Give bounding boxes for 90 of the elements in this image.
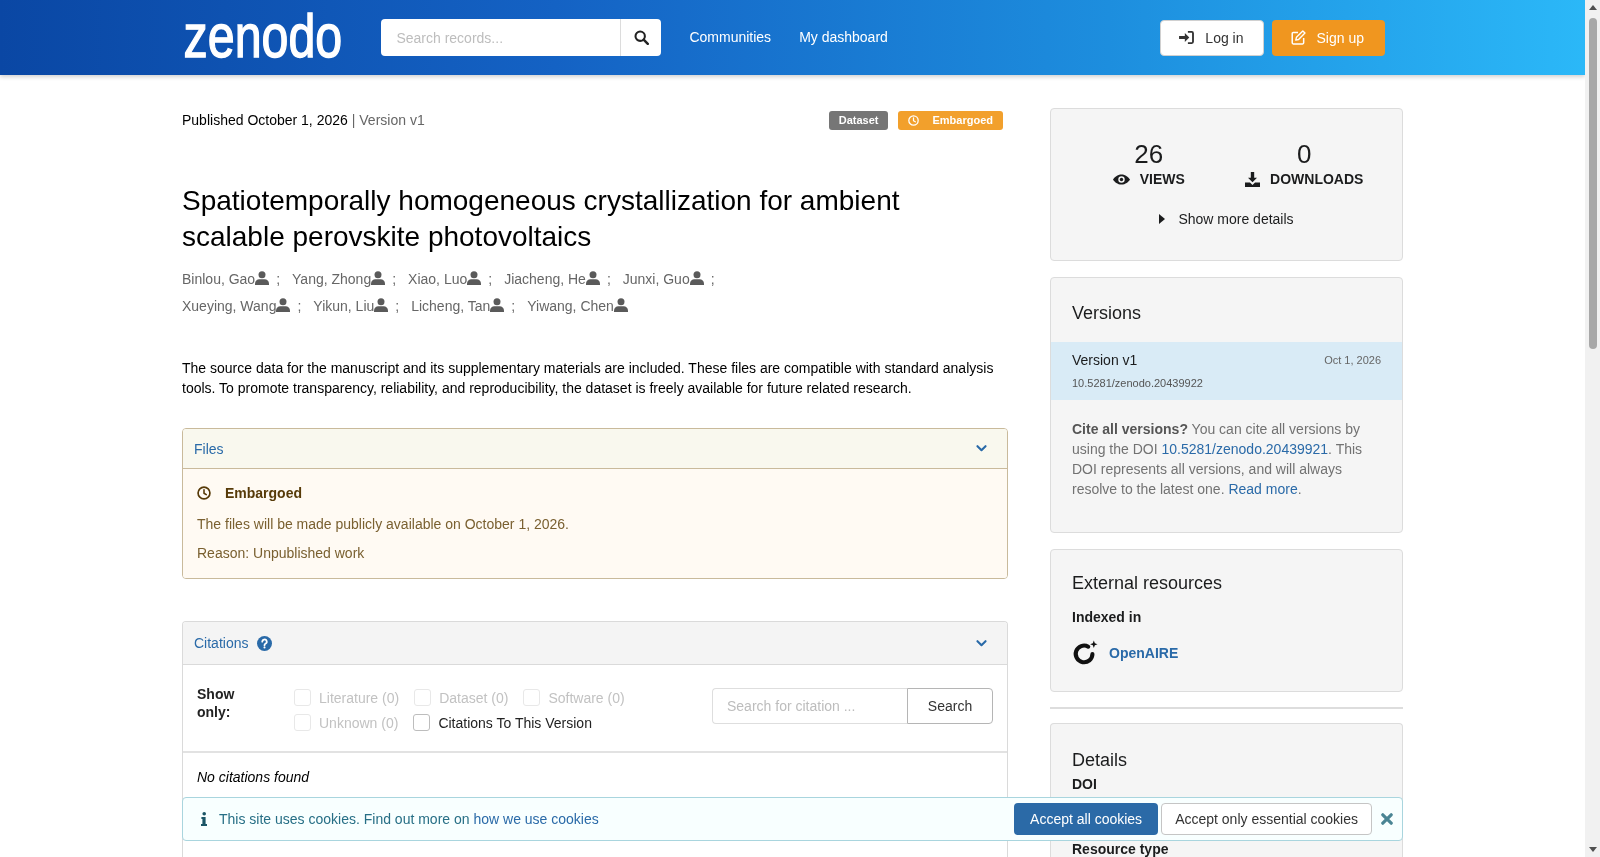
card-heading: Details xyxy=(1071,749,1129,772)
scrollbar-thumb[interactable] xyxy=(1588,18,1597,349)
version-item[interactable]: Version v1 Oct 1, 2026 10.5281/zenodo.20439922 xyxy=(1051,342,1402,400)
read-more-link[interactable]: Read more xyxy=(1228,481,1298,497)
author-separator: ; xyxy=(392,271,397,287)
author-separator: ; xyxy=(276,271,281,287)
publication-date: Published October 1, 2026 xyxy=(182,111,348,130)
card-heading: External resources xyxy=(1071,572,1224,595)
checkbox-label: Unknown (0) xyxy=(319,714,399,731)
resource-link[interactable]: OpenAIRE xyxy=(1109,645,1179,661)
author-name-link[interactable]: Licheng, Tan xyxy=(411,298,491,314)
embargo-reason-text: Reason: Unpublished work xyxy=(197,544,366,563)
stat-value: 0 xyxy=(1297,140,1312,169)
search-button[interactable]: Search xyxy=(907,688,993,724)
checkbox-label: Software (0) xyxy=(548,689,625,706)
author-name-link[interactable]: Jiacheng, He xyxy=(504,271,586,287)
accept-essential-button[interactable]: Accept only essential cookies xyxy=(1161,803,1372,835)
person-icon xyxy=(371,271,386,285)
scroll-down-arrow-icon[interactable] xyxy=(1588,847,1597,852)
field-label: DOI xyxy=(1071,775,1098,793)
download-icon xyxy=(1245,171,1261,187)
person-icon xyxy=(585,271,600,285)
stat-label: VIEWS xyxy=(1139,170,1185,189)
author-name-link[interactable]: Binlou, Gao xyxy=(182,271,256,287)
checkbox[interactable] xyxy=(413,714,431,731)
cookie-message: This site uses cookies. Find out more on how we use cookies xyxy=(219,811,599,827)
stat-value: 26 xyxy=(1134,140,1164,169)
show-only-label: Show only: xyxy=(197,685,236,721)
version-doi: 10.5281/zenodo.20439922 xyxy=(1072,376,1204,390)
author-separator: ; xyxy=(488,271,493,287)
embargo-heading: Embargoed xyxy=(225,484,302,503)
nav-link[interactable]: My dashboard xyxy=(799,26,888,47)
checkbox-label: Literature (0) xyxy=(319,689,400,706)
embargo-date-text: The files will be made publicly available on October 1, 2026. xyxy=(197,515,570,534)
checkbox-label: Dataset (0) xyxy=(439,689,509,706)
empty-results-text: No citations found xyxy=(196,768,311,787)
person-icon xyxy=(255,271,270,285)
search-field[interactable]: Search records... xyxy=(381,19,621,56)
author-separator: ; xyxy=(395,298,400,314)
field-label: Resource type xyxy=(1071,842,1170,857)
accept-all-button[interactable]: Accept all cookies xyxy=(1014,803,1159,835)
close-icon[interactable] xyxy=(1381,813,1393,825)
person-icon xyxy=(374,298,389,312)
files-accordion-toggle[interactable]: Files xyxy=(183,429,1007,469)
cookie-policy-link[interactable]: how we use cookies xyxy=(473,811,599,827)
card-heading: Versions xyxy=(1071,302,1143,325)
person-icon xyxy=(689,271,704,285)
author-name-link[interactable]: Yang, Zhong xyxy=(292,271,372,287)
scrollbar[interactable] xyxy=(1585,0,1600,857)
version-name: Version v1 xyxy=(1072,351,1138,370)
clock-icon xyxy=(908,114,920,126)
person-icon xyxy=(613,298,628,312)
scroll-up-arrow-icon[interactable] xyxy=(1588,5,1597,10)
log-in-button[interactable]: Log in xyxy=(1160,19,1264,56)
author-name-link[interactable]: Xiao, Luo xyxy=(408,271,468,287)
author-separator: ; xyxy=(511,298,516,314)
person-icon xyxy=(467,271,482,285)
author-name-link[interactable]: Yiwang, Chen xyxy=(527,298,614,314)
checkbox-label[interactable]: Citations To This Version xyxy=(438,714,592,731)
author-name-link[interactable]: Xueying, Wang xyxy=(182,298,277,314)
sign-in-icon xyxy=(1179,31,1195,44)
citation-search-field[interactable]: Search for citation ... xyxy=(712,688,907,724)
indexed-in-label: Indexed in xyxy=(1072,608,1143,627)
record-title: Spatiotemporally homogeneous crystallization for ambient scalable perovskite photovoltaics xyxy=(182,184,901,254)
search-button[interactable] xyxy=(620,19,662,56)
show-more-details-toggle[interactable]: Show more details xyxy=(1159,209,1294,229)
author-separator: ; xyxy=(606,271,611,287)
author-separator: ; xyxy=(297,298,302,314)
info-icon xyxy=(201,812,207,826)
author-separator: ; xyxy=(710,271,715,287)
version-date: Oct 1, 2026 xyxy=(1324,353,1381,368)
ring-logo-icon xyxy=(1072,640,1098,666)
clock-icon xyxy=(197,486,211,500)
record-description: The source data for the manuscript and its supplementary materials are included. These files are compatible with standard analysis tools. To promote transparency, reliability, and reproducibility, the dataset is freely available for future related research. xyxy=(182,359,995,398)
author-name-link[interactable]: Junxi, Guo xyxy=(622,271,690,287)
cite-all-versions-text: Cite all versions? You can cite all versions by using the DOI 10.5281/zenodo.20439921. This DOI represents all versions, and will always resolve to the latest one. Read more. xyxy=(1072,420,1364,499)
edit-icon xyxy=(1290,30,1306,45)
access-status-badge: Embargoed xyxy=(898,110,1003,130)
person-icon xyxy=(490,298,505,312)
search-icon xyxy=(633,30,649,45)
version-label: | Version v1 xyxy=(351,111,425,130)
stat-label: DOWNLOADS xyxy=(1270,170,1364,189)
resource-type-badge: Dataset xyxy=(828,110,889,130)
site-logo[interactable]: zenodo xyxy=(182,4,344,67)
help-icon[interactable] xyxy=(257,635,273,651)
nav-link[interactable]: Communities xyxy=(689,26,772,47)
citations-accordion-toggle[interactable]: Citations xyxy=(183,622,1007,665)
eye-icon xyxy=(1112,173,1130,185)
person-icon xyxy=(276,298,291,312)
author-name-link[interactable]: Yikun, Liu xyxy=(313,298,375,314)
